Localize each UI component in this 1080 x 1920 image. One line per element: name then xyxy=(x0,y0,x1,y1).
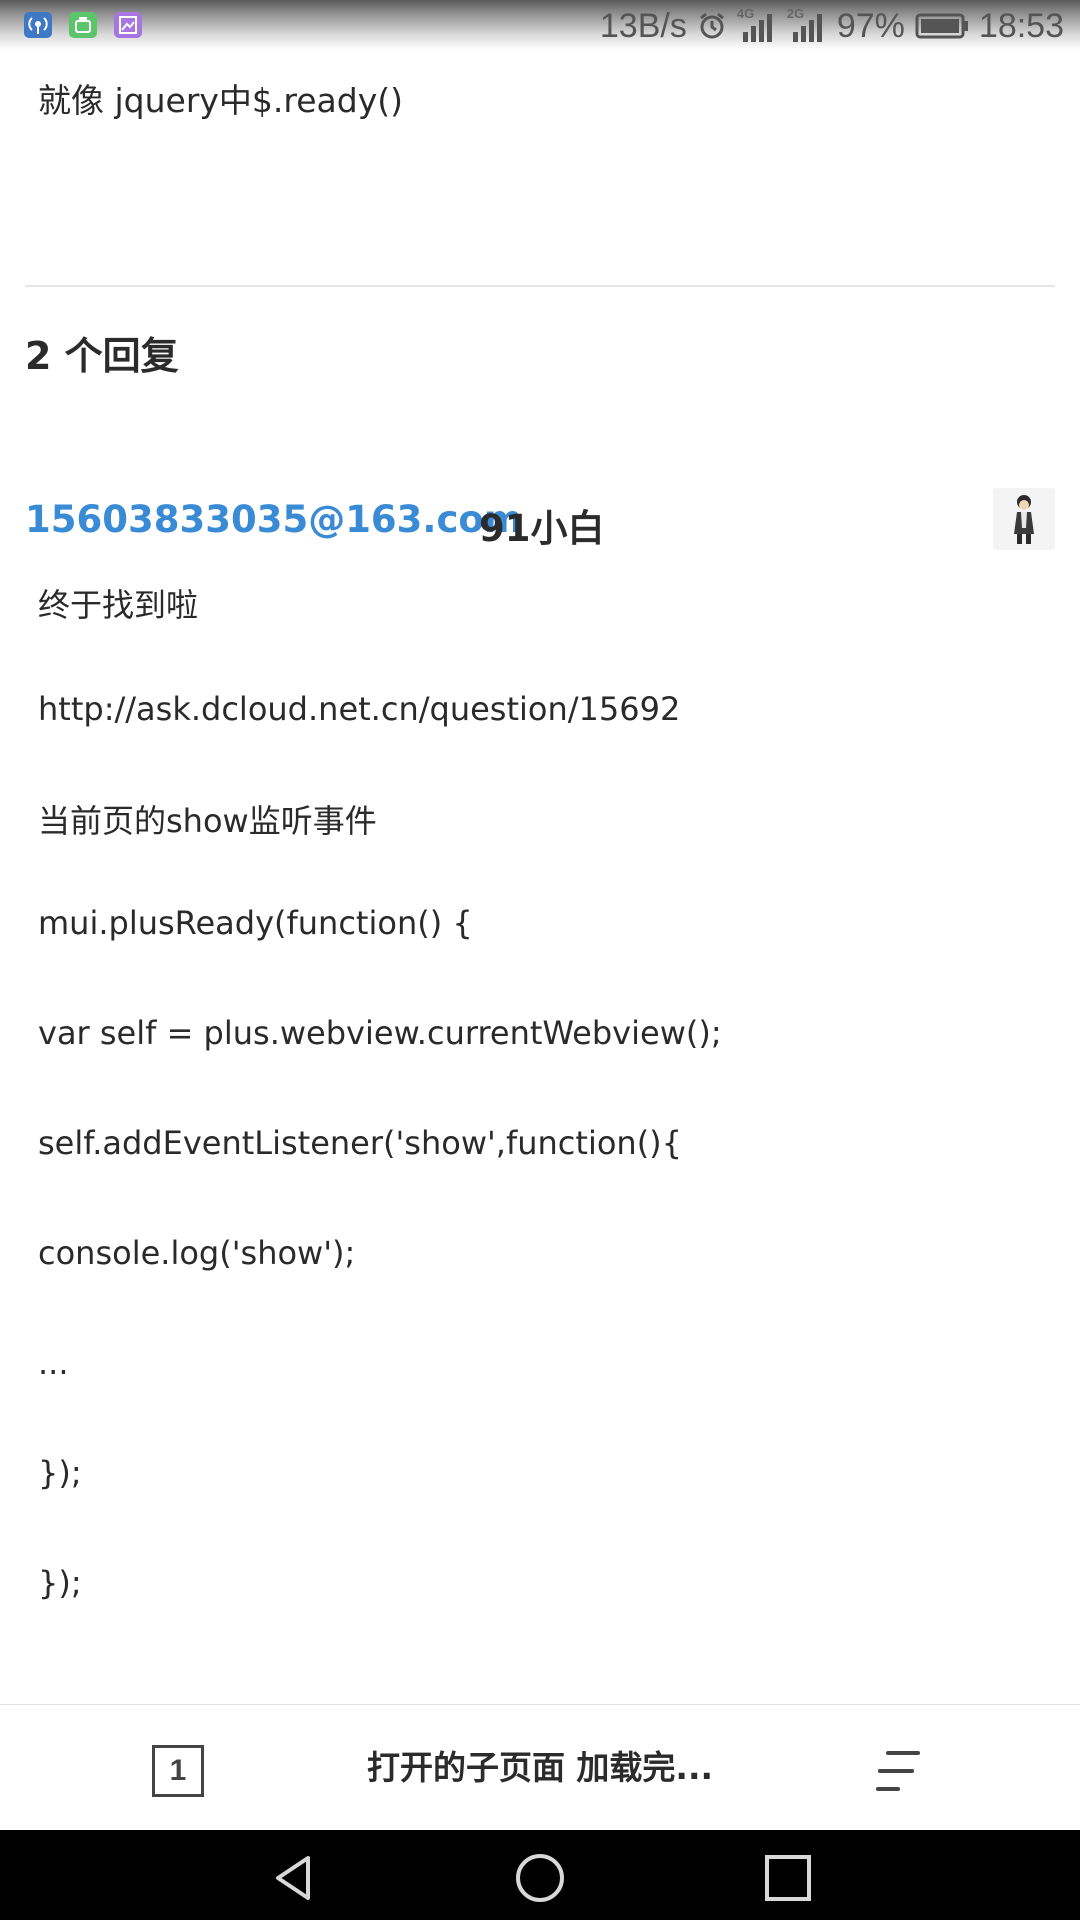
recents-button[interactable] xyxy=(762,1852,814,1904)
avatar[interactable] xyxy=(993,488,1055,550)
reply-code-line: mui.plusReady(function() { xyxy=(38,904,473,942)
gallery-app-icon xyxy=(114,12,142,38)
status-indicators: 13B/s 4G 2G 97% 18:53 xyxy=(600,4,1064,48)
back-icon xyxy=(268,1852,320,1904)
system-nav-bar xyxy=(0,1830,1080,1920)
reply-code-line: ... xyxy=(38,1344,69,1382)
signal-icon-1: 4G xyxy=(737,6,777,44)
reply-link[interactable]: http://ask.dcloud.net.cn/question/15692 xyxy=(38,690,680,728)
question-text: 就像 jquery中$.ready() xyxy=(38,81,403,120)
android-app-icon xyxy=(69,12,97,38)
home-icon xyxy=(514,1852,566,1904)
reply-header: 15603833035@163.com 91小白 xyxy=(25,488,1055,558)
reply-code-line: }); xyxy=(38,1564,82,1602)
reply-code-line: console.log('show'); xyxy=(38,1234,356,1272)
recents-icon xyxy=(762,1852,814,1904)
tab-count-button[interactable]: 1 xyxy=(152,1745,204,1797)
reply-line: 当前页的show监听事件 xyxy=(38,802,377,840)
reply-code-line: }); xyxy=(38,1454,82,1492)
network-speed: 13B/s xyxy=(599,6,687,45)
battery-percent: 97% xyxy=(836,6,905,45)
reply-count-heading: 2 个回复 xyxy=(25,334,179,378)
tab-count: 1 xyxy=(169,1754,187,1787)
reply-code-line: self.addEventListener('show',function(){ xyxy=(38,1124,683,1162)
reply-author-link[interactable]: 15603833035@163.com xyxy=(25,498,522,541)
alarm-icon xyxy=(697,11,727,41)
home-button[interactable] xyxy=(514,1852,566,1904)
reply-line: 终于找到啦 xyxy=(38,586,199,624)
reply-author-nickname: 91小白 xyxy=(479,507,605,550)
page-title[interactable]: 打开的子页面 加载完... xyxy=(300,1741,780,1789)
browser-toolbar: 1 打开的子页面 加载完... xyxy=(0,1704,1080,1831)
menu-button[interactable] xyxy=(872,1749,924,1793)
status-bar: 13B/s 4G 2G 97% 18:53 xyxy=(0,0,1080,50)
menu-icon xyxy=(872,1749,924,1793)
reply-code-line: var self = plus.webview.currentWebview()… xyxy=(38,1014,722,1052)
signal-icon-2: 2G xyxy=(787,6,827,44)
page-content[interactable]: 就像 jquery中$.ready() 2 个回复 15603833035@16… xyxy=(0,50,1080,1704)
divider xyxy=(25,285,1055,287)
clock: 18:53 xyxy=(978,6,1064,45)
back-button[interactable] xyxy=(268,1852,320,1904)
battery-icon xyxy=(915,12,969,40)
hotspot-app-icon xyxy=(24,12,52,38)
